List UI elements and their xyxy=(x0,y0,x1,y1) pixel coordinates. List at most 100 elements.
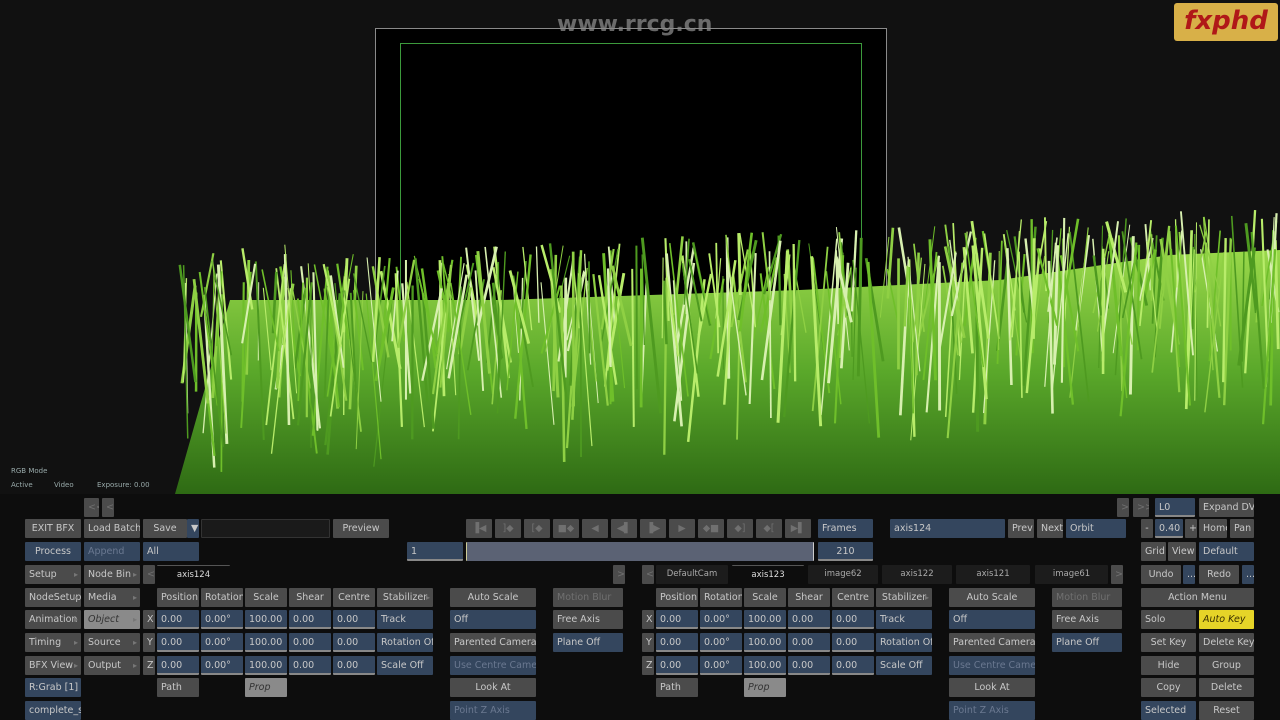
stabilizer-scale-off-button[interactable]: Scale Off xyxy=(377,656,433,675)
scale-y-field[interactable]: 100.00 xyxy=(744,633,786,652)
tab-defaultcam[interactable]: DefaultCam xyxy=(656,565,728,584)
zoom-field[interactable]: 0.40 xyxy=(1155,519,1183,538)
goto-start-icon[interactable]: ▐◀ xyxy=(466,519,492,538)
use-centre-camera-button[interactable]: Use Centre Camera xyxy=(949,656,1035,675)
position-y-field[interactable]: 0.00 xyxy=(157,633,199,652)
header-stabilizer[interactable]: Stabilizer xyxy=(876,588,932,607)
undo-list-button[interactable]: ... xyxy=(1183,565,1195,584)
header-shear[interactable]: Shear xyxy=(289,588,331,607)
menu-nodesetup[interactable]: NodeSetup xyxy=(25,588,81,607)
layer-field[interactable]: L0 xyxy=(1155,498,1195,517)
frames-button[interactable]: Frames xyxy=(818,519,873,538)
rotation-x-field[interactable]: 0.00° xyxy=(201,610,243,629)
menu-node-bin[interactable]: Node Bin xyxy=(84,565,140,584)
reset-button[interactable]: Reset xyxy=(1199,701,1254,720)
grid-button[interactable]: Grid xyxy=(1141,542,1166,561)
rotation-y-field[interactable]: 0.00° xyxy=(700,633,742,652)
pan-button[interactable]: Pan xyxy=(1230,519,1254,538)
save-dropdown[interactable]: ▼ xyxy=(187,519,199,538)
end-frame-field[interactable]: 210 xyxy=(818,542,873,561)
scroll-prev-button[interactable]: < xyxy=(102,498,114,517)
redo-button[interactable]: Redo xyxy=(1199,565,1239,584)
rotation-x-field[interactable]: 0.00° xyxy=(700,610,742,629)
auto-scale-mode[interactable]: Off xyxy=(949,610,1035,629)
centre-z-field[interactable]: 0.00 xyxy=(333,656,375,675)
node-select-field[interactable]: axis124 xyxy=(890,519,1005,538)
scale-z-field[interactable]: 100.00 xyxy=(744,656,786,675)
menu-r-grab-1-[interactable]: R:Grab [1] xyxy=(25,678,81,697)
tab-image62[interactable]: image62 xyxy=(808,565,878,584)
centre-x-field[interactable]: 0.00 xyxy=(333,610,375,629)
timeline-scrubber[interactable] xyxy=(466,542,814,561)
free-axis-button[interactable]: Free Axis xyxy=(553,610,623,629)
shear-z-field[interactable]: 0.00 xyxy=(289,656,331,675)
action-menu-button[interactable]: Action Menu xyxy=(1141,588,1254,607)
menu-append[interactable]: Append xyxy=(84,542,140,561)
path-button[interactable]: Path xyxy=(157,678,199,697)
node-tab-scroll-right[interactable]: > xyxy=(1111,565,1123,584)
point-z-axis-button[interactable]: Point Z Axis xyxy=(949,701,1035,720)
next-mark-icon[interactable]: ◆] xyxy=(727,519,753,538)
auto-key-button[interactable]: Auto Key xyxy=(1199,610,1254,629)
prev-node-button[interactable]: Prev xyxy=(1008,519,1034,538)
header-centre[interactable]: Centre xyxy=(832,588,874,607)
group-button[interactable]: Group xyxy=(1199,656,1254,675)
scroll-first-button[interactable]: << xyxy=(84,498,99,517)
tab-axis121[interactable]: axis121 xyxy=(956,565,1030,584)
goto-end-icon[interactable]: ▶▌ xyxy=(785,519,811,538)
position-x-field[interactable]: 0.00 xyxy=(656,610,698,629)
header-scale[interactable]: Scale xyxy=(245,588,287,607)
expand-dve-button[interactable]: Expand DVE xyxy=(1199,498,1254,517)
shear-y-field[interactable]: 0.00 xyxy=(788,633,830,652)
step-forward-key-icon[interactable]: ◆■ xyxy=(698,519,724,538)
all-button[interactable]: All xyxy=(143,542,199,561)
prop-button[interactable]: Prop xyxy=(744,678,786,697)
zoom-out-button[interactable]: - xyxy=(1141,519,1153,538)
redo-list-button[interactable]: ... xyxy=(1242,565,1254,584)
delete-button[interactable]: Delete xyxy=(1199,678,1254,697)
auto-scale-button[interactable]: Auto Scale xyxy=(450,588,536,607)
centre-y-field[interactable]: 0.00 xyxy=(832,633,874,652)
use-centre-camera-button[interactable]: Use Centre Camera xyxy=(450,656,536,675)
auto-scale-mode[interactable]: Off xyxy=(450,610,536,629)
header-rotation[interactable]: Rotation xyxy=(700,588,742,607)
prev-key-icon[interactable]: ]◆ xyxy=(495,519,521,538)
play-icon[interactable]: ▶ xyxy=(669,519,695,538)
next-node-button[interactable]: Next xyxy=(1037,519,1063,538)
menu-setup[interactable]: Setup xyxy=(25,565,81,584)
shear-x-field[interactable]: 0.00 xyxy=(289,610,331,629)
shear-z-field[interactable]: 0.00 xyxy=(788,656,830,675)
position-z-field[interactable]: 0.00 xyxy=(157,656,199,675)
rotation-z-field[interactable]: 0.00° xyxy=(700,656,742,675)
look-at-button[interactable]: Look At xyxy=(450,678,536,697)
step-forward-icon[interactable]: ▐▶ xyxy=(640,519,666,538)
save-button[interactable]: Save xyxy=(143,519,187,538)
path-button[interactable]: Path xyxy=(656,678,698,697)
preview-button[interactable]: Preview xyxy=(333,519,389,538)
header-stabilizer[interactable]: Stabilizer xyxy=(377,588,433,607)
viewport[interactable]: RGB Mode Active Video Exposure: 0.00 www… xyxy=(0,0,1280,494)
batch-name-input[interactable] xyxy=(201,519,330,538)
scale-x-field[interactable]: 100.00 xyxy=(744,610,786,629)
header-scale[interactable]: Scale xyxy=(744,588,786,607)
plane-off-button[interactable]: Plane Off xyxy=(1052,633,1122,652)
centre-z-field[interactable]: 0.00 xyxy=(832,656,874,675)
parented-camera-button[interactable]: Parented Camera xyxy=(949,633,1035,652)
selected-button[interactable]: Selected xyxy=(1141,701,1196,720)
step-back-key-icon[interactable]: ■◆ xyxy=(553,519,579,538)
rotation-y-field[interactable]: 0.00° xyxy=(201,633,243,652)
point-z-axis-button[interactable]: Point Z Axis xyxy=(450,701,536,720)
motion-blur-button[interactable]: Motion Blur xyxy=(1052,588,1122,607)
menu-output[interactable]: Output xyxy=(84,656,140,675)
position-z-field[interactable]: 0.00 xyxy=(656,656,698,675)
next-key-icon[interactable]: ◆[ xyxy=(756,519,782,538)
prop-button[interactable]: Prop xyxy=(245,678,287,697)
tab-scroll-right-left[interactable]: > xyxy=(613,565,625,584)
node-tab-scroll-left[interactable]: < xyxy=(642,565,654,584)
parented-camera-button[interactable]: Parented Camera xyxy=(450,633,536,652)
menu-exit-bfx[interactable]: EXIT BFX xyxy=(25,519,81,538)
home-button[interactable]: Home xyxy=(1199,519,1227,538)
menu-timing[interactable]: Timing xyxy=(25,633,81,652)
menu-object[interactable]: Object xyxy=(84,610,140,629)
position-x-field[interactable]: 0.00 xyxy=(157,610,199,629)
